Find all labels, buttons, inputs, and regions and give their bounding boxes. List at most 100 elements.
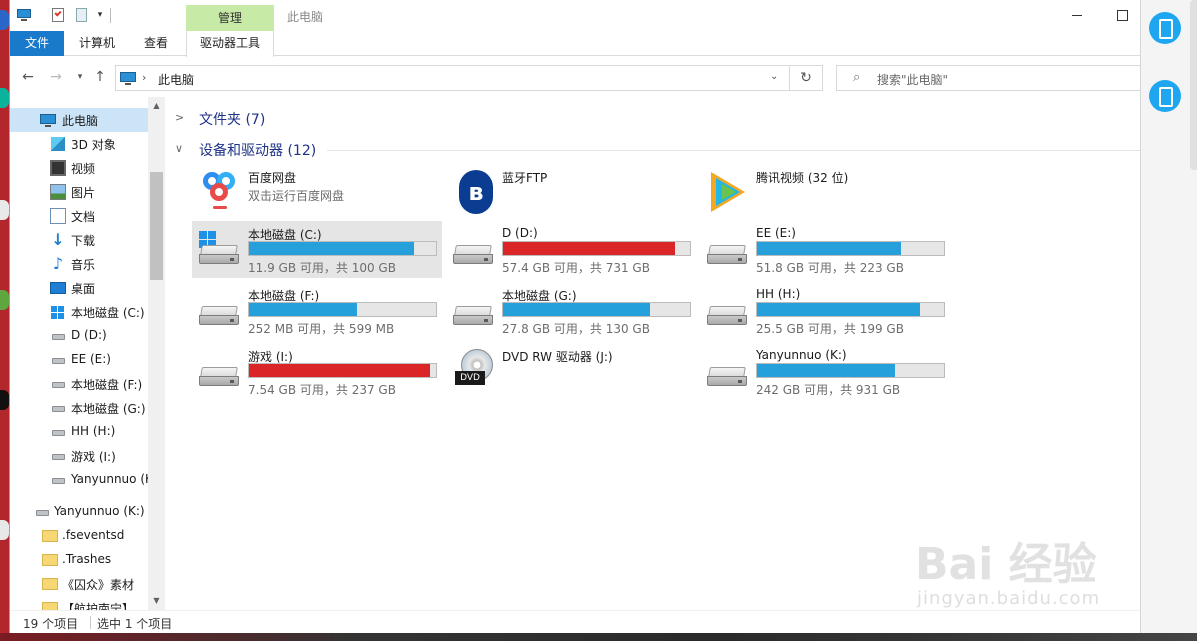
tab-file[interactable]: 文件 (10, 31, 64, 56)
sidebar-item-folder[interactable]: 《囚众》素材 (10, 572, 148, 596)
pc-icon[interactable] (16, 7, 32, 23)
sidebar-item-drive-c[interactable]: 本地磁盘 (C:) (10, 300, 148, 324)
devices-group-header[interactable]: ∨ 设备和驱动器 (12) (175, 139, 1141, 161)
drive-tile-k[interactable]: Yanyunnuo (K:) 242 GB 可用，共 931 GB (700, 343, 950, 400)
sidebar-item-desktop[interactable]: 桌面 (10, 276, 148, 300)
drive-free-space: 51.8 GB 可用，共 223 GB (756, 261, 904, 275)
sidebar-item-label: 【航护南宁】 (62, 602, 135, 610)
folder-icon (42, 554, 58, 566)
phone-icon[interactable] (1149, 80, 1181, 112)
address-row: ← → ▾ ↑ › 此电脑 ⌄ ↻ ⌕ 搜索"此电脑" (10, 57, 1141, 97)
content-pane: > 文件夹 (7) ∨ 设备和驱动器 (12) 百度网盘 双击运行百度网盘 ʙ … (165, 97, 1141, 610)
drive-tile-f[interactable]: 本地磁盘 (F:) 252 MB 可用，共 599 MB (192, 282, 442, 339)
forward-arrow-icon[interactable]: → (48, 69, 64, 85)
scrollbar-thumb[interactable] (150, 172, 163, 280)
sidebar-item-trashes[interactable]: .Trashes (10, 548, 148, 572)
drive-icon (34, 504, 50, 520)
folder-icon (42, 602, 58, 610)
sidebar-item-label: .fseventsd (62, 528, 125, 542)
recent-locations-icon[interactable]: ▾ (72, 69, 88, 85)
desktop-icon (50, 282, 66, 294)
sidebar-item-drive-i[interactable]: 游戏 (I:) (10, 444, 148, 468)
maximize-button[interactable] (1110, 2, 1134, 26)
drive-icon (50, 424, 66, 440)
sidebar-item-drive-d[interactable]: D (D:) (10, 324, 148, 348)
group-title: 设备和驱动器 (12) (199, 143, 317, 159)
sidebar-item-downloads[interactable]: ↓ 下载 (10, 228, 148, 252)
drive-tile-e[interactable]: EE (E:) 51.8 GB 可用，共 223 GB (700, 221, 950, 278)
drive-free-space: 242 GB 可用，共 931 GB (756, 383, 901, 397)
drive-usage-bar (756, 302, 945, 317)
drive-tile-d[interactable]: D (D:) 57.4 GB 可用，共 731 GB (446, 221, 696, 278)
sidebar-item-pictures[interactable]: 图片 (10, 180, 148, 204)
folders-group-header[interactable]: > 文件夹 (7) (175, 108, 1135, 130)
drive-usage-bar (502, 302, 691, 317)
sidebar-item-folder[interactable]: 【航护南宁】 (10, 596, 148, 610)
scroll-strip (1190, 0, 1197, 170)
search-input[interactable]: ⌕ 搜索"此电脑" (836, 65, 1141, 91)
chevron-down-icon[interactable]: ∨ (175, 142, 183, 155)
manage-context-tab[interactable]: 管理 (186, 5, 274, 31)
drive-usage-fill (503, 242, 676, 255)
sidebar-item-fseventsd[interactable]: .fseventsd (10, 524, 148, 548)
sidebar-item-this-pc[interactable]: 此电脑 (10, 108, 148, 132)
tab-drive-tools[interactable]: 驱动器工具 (186, 31, 274, 57)
sidebar-item-music[interactable]: ♪ 音乐 (10, 252, 148, 276)
drive-usage-fill (757, 364, 896, 377)
app-tile-baidu-netdisk[interactable]: 百度网盘 双击运行百度网盘 (192, 164, 442, 221)
bluetooth-icon: ʙ (451, 170, 499, 214)
phone-icon[interactable] (1149, 12, 1181, 44)
tile-name: 蓝牙FTP (502, 171, 548, 185)
drive-tile-i[interactable]: 游戏 (I:) 7.54 GB 可用，共 237 GB (192, 343, 442, 400)
sidebar-item-videos[interactable]: 视频 (10, 156, 148, 180)
scroll-down-icon[interactable]: ▼ (148, 594, 165, 608)
address-bar[interactable]: › 此电脑 ⌄ (115, 65, 790, 91)
nav-scrollbar[interactable]: ▲ ▼ (148, 97, 165, 610)
tencent-video-icon (705, 170, 753, 214)
search-icon: ⌕ (853, 70, 861, 85)
scroll-up-icon[interactable]: ▲ (148, 99, 165, 113)
sidebar-item-drive-e[interactable]: EE (E:) (10, 348, 148, 372)
status-bar: 19 个项目 选中 1 个项目 (10, 610, 1141, 633)
properties-icon[interactable] (50, 7, 66, 23)
back-arrow-icon[interactable]: ← (20, 69, 36, 85)
drive-tile-dvd[interactable]: DVD DVD RW 驱动器 (J:) (446, 343, 696, 400)
sidebar-item-documents[interactable]: 文档 (10, 204, 148, 228)
breadcrumb[interactable]: 此电脑 (158, 71, 194, 88)
sidebar-item-drive-f[interactable]: 本地磁盘 (F:) (10, 372, 148, 396)
sidebar-item-label: Yanyunnuo (K:) (54, 504, 145, 518)
tile-name: D (D:) (502, 226, 538, 240)
drive-tile-g[interactable]: 本地磁盘 (G:) 27.8 GB 可用，共 130 GB (446, 282, 696, 339)
refresh-button[interactable]: ↻ (790, 65, 823, 91)
item-count: 19 个项目 (23, 617, 79, 631)
app-tile-bluetooth-ftp[interactable]: ʙ 蓝牙FTP (446, 164, 696, 221)
tab-computer[interactable]: 计算机 (70, 31, 124, 56)
sidebar-item-3d-objects[interactable]: 3D 对象 (10, 132, 148, 156)
quick-access-dropdown-icon[interactable]: ▾ (94, 8, 106, 22)
sidebar-item-label: EE (E:) (71, 352, 111, 366)
windows-drive-icon (50, 304, 66, 320)
sidebar-item-drive-g[interactable]: 本地磁盘 (G:) (10, 396, 148, 420)
drive-usage-fill (503, 303, 650, 316)
minimize-button[interactable] (1065, 2, 1089, 26)
sidebar-item-drive-h[interactable]: HH (H:) (10, 420, 148, 444)
drive-icon (50, 376, 66, 392)
up-arrow-icon[interactable]: ↑ (92, 69, 108, 85)
app-tile-tencent-video[interactable]: 腾讯视频 (32 位) (700, 164, 950, 221)
drive-tile-c[interactable]: 本地磁盘 (C:) 11.9 GB 可用，共 100 GB (192, 221, 442, 278)
chevron-right-icon[interactable]: > (175, 111, 184, 124)
drive-tile-h[interactable]: HH (H:) 25.5 GB 可用，共 199 GB (700, 282, 950, 339)
tab-view[interactable]: 查看 (134, 31, 178, 56)
dvd-label: DVD (455, 371, 485, 385)
sidebar-item-drive-k[interactable]: Yanyunnuo (K:) (10, 468, 162, 492)
breadcrumb-chevron-icon[interactable]: › (142, 70, 146, 86)
drive-icon (197, 288, 245, 332)
drive-usage-bar (248, 302, 437, 317)
drive-usage-bar (756, 241, 945, 256)
new-folder-icon[interactable] (73, 7, 89, 23)
chevron-down-icon[interactable]: ⌄ (770, 71, 778, 82)
drive-icon (50, 328, 66, 344)
sidebar-item-drive-k-root[interactable]: Yanyunnuo (K:) (10, 500, 148, 524)
sidebar-item-label: 下载 (71, 234, 96, 248)
drive-free-space: 7.54 GB 可用，共 237 GB (248, 383, 396, 397)
